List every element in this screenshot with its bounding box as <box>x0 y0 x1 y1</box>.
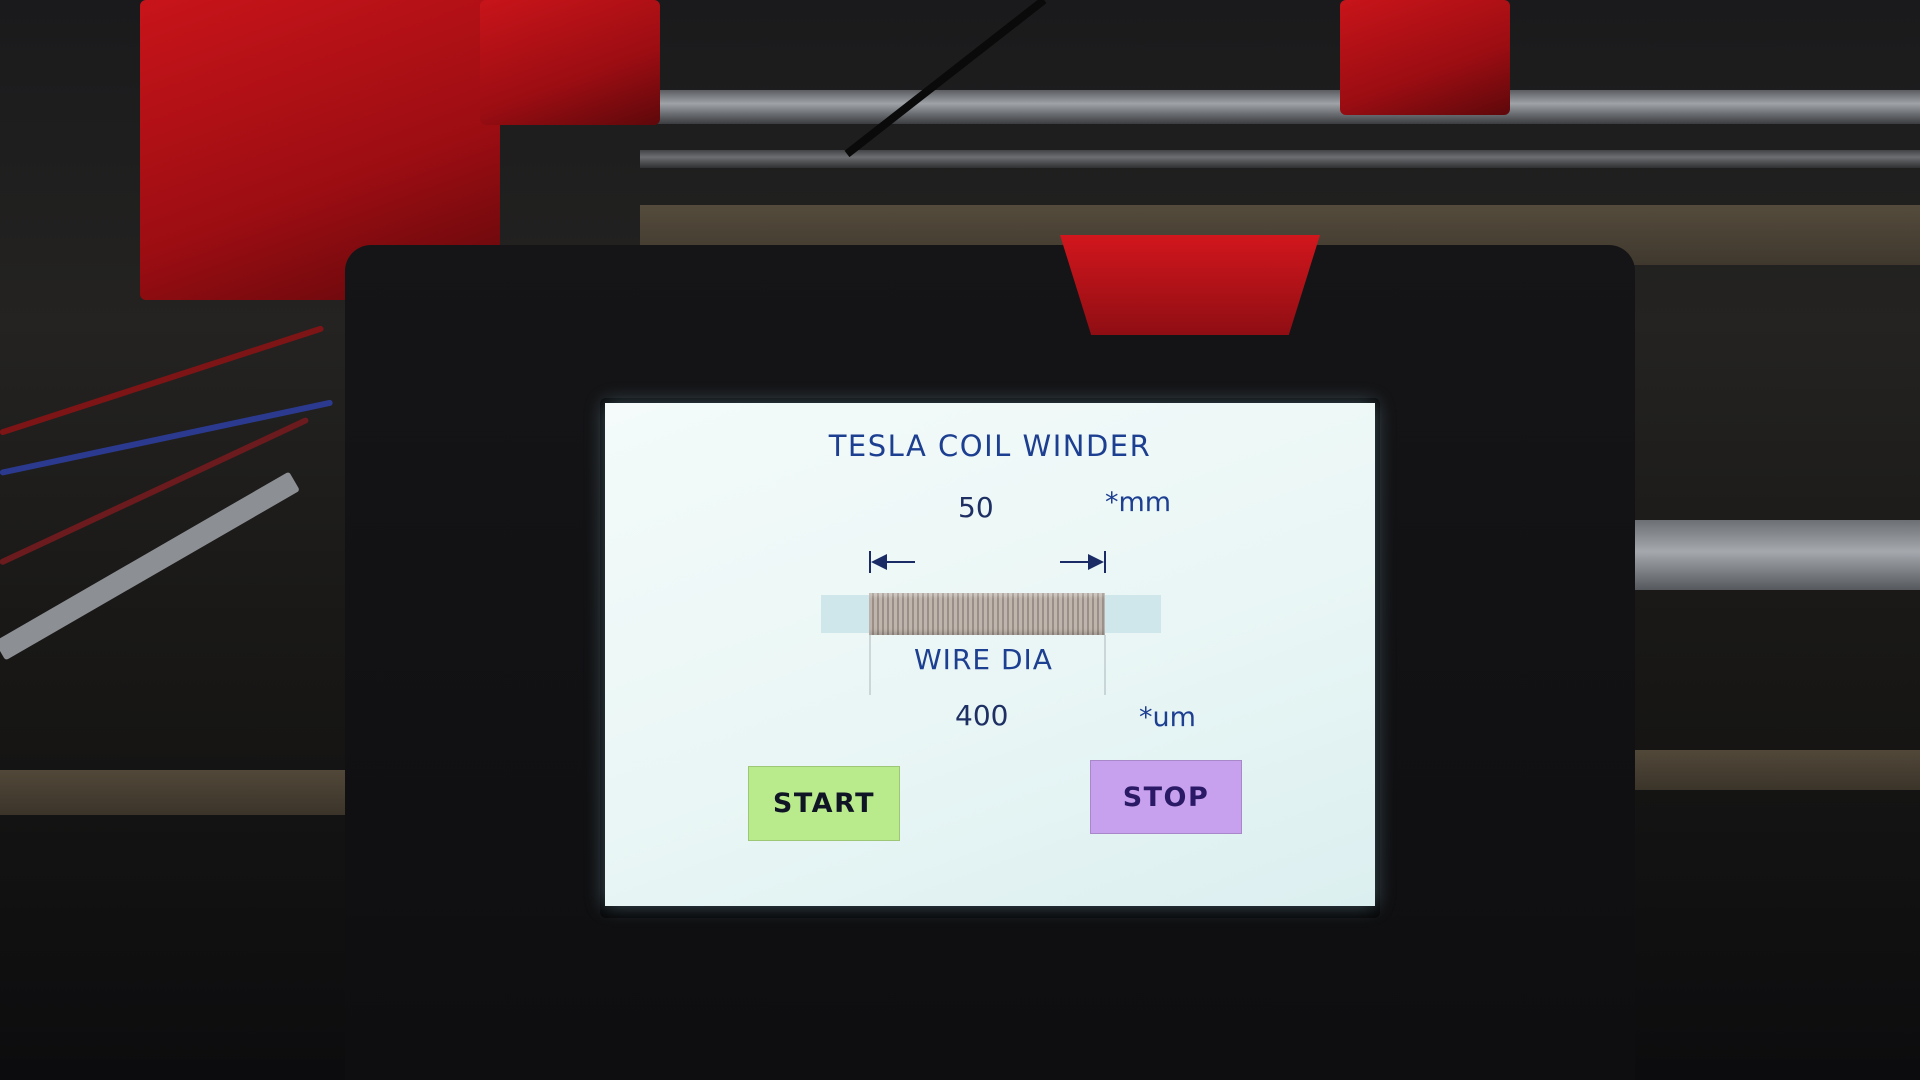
right-arrow-icon <box>1088 554 1104 570</box>
touchscreen: TESLA COIL WINDER 50 *mm WIRE DIA 400 *u… <box>605 403 1375 906</box>
blue-wire <box>0 399 334 476</box>
app-title: TESLA COIL WINDER <box>828 429 1152 463</box>
aluminum-rail-left <box>0 471 300 661</box>
dimension-line-left <box>885 561 915 563</box>
aluminum-rail-top <box>640 90 1920 124</box>
aluminum-rail-middle <box>640 150 1920 168</box>
wire-dia-label: WIRE DIA <box>914 643 1053 676</box>
red-mount-notch <box>1060 235 1320 335</box>
wooden-base-left <box>0 770 345 815</box>
dimension-extension-right <box>1104 551 1106 573</box>
coil-guide-right <box>1104 635 1106 695</box>
aluminum-rail-right <box>1630 520 1920 590</box>
photo-scene: TESLA COIL WINDER 50 *mm WIRE DIA 400 *u… <box>0 0 1920 1080</box>
wire-dia-value[interactable]: 400 <box>955 699 1008 732</box>
left-arrow-icon <box>871 554 887 570</box>
dimension-line-right <box>1060 561 1090 563</box>
coil-guide-left <box>869 635 871 695</box>
wooden-base-right <box>1630 750 1920 790</box>
coil-winding-graphic <box>869 593 1105 635</box>
red-printed-bracket-top <box>480 0 660 125</box>
coil-length-unit: *mm <box>1105 487 1172 518</box>
red-printed-bracket-right <box>1340 0 1510 115</box>
stop-button[interactable]: STOP <box>1090 760 1242 834</box>
start-button[interactable]: START <box>748 766 900 841</box>
wire-dia-unit: *um <box>1139 702 1196 733</box>
black-cable <box>844 0 1047 158</box>
coil-length-value[interactable]: 50 <box>958 491 994 524</box>
red-wire <box>0 325 325 436</box>
